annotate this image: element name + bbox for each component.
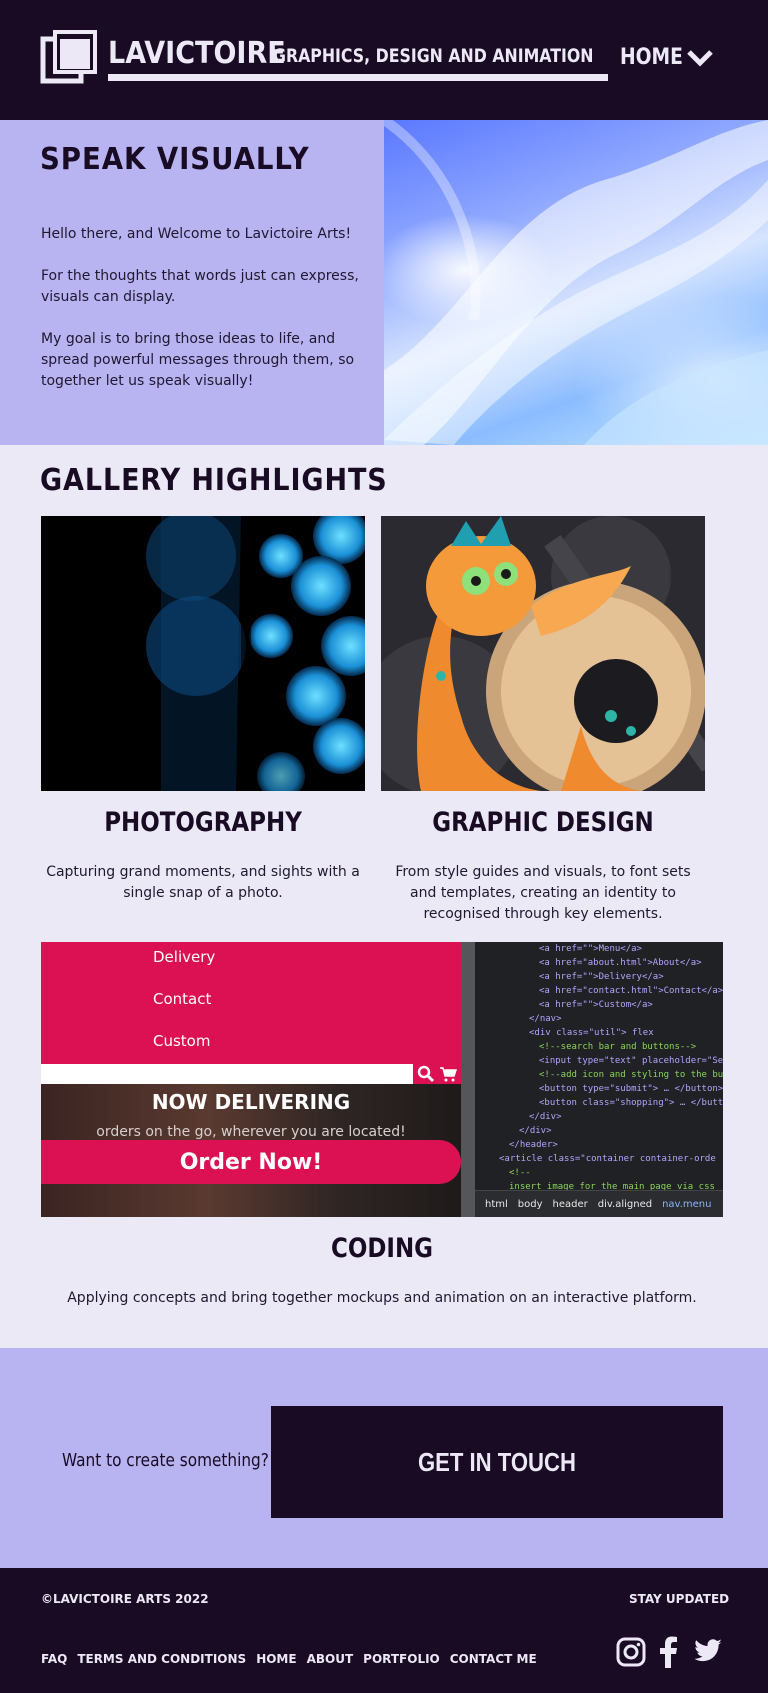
brand-name: LAVICTOIRE (108, 36, 286, 71)
code-preview-divider (461, 942, 475, 1217)
hero-title: SPEAK VISUALLY (40, 142, 310, 177)
brand-tagline: GRAPHICS, DESIGN AND ANIMATION (273, 45, 594, 67)
code-line: </header> (509, 1140, 558, 1150)
breadcrumb-item: nav.menu (662, 1198, 712, 1210)
nav-home-link[interactable]: HOME (620, 45, 683, 70)
hero-paragraph: Hello there, and Welcome to Lavictoire A… (41, 226, 352, 242)
card-desc-graphic-design: From style guides and visuals, to font s… (395, 864, 691, 922)
get-in-touch-button[interactable]: GET IN TOUCH (271, 1406, 723, 1518)
footer-link-terms[interactable]: TERMS AND CONDITIONS (77, 1652, 246, 1666)
code-line: </nav> (529, 1014, 562, 1024)
hero-text: Hello there, and Welcome to Lavictoire A… (41, 224, 376, 413)
code-preview-banner: NOW DELIVERING orders on the go, whereve… (41, 1084, 461, 1217)
code-line: <input type="text" placeholder="Sea (539, 1056, 723, 1066)
code-line: <article class="container container-orde (499, 1154, 716, 1164)
card-desc-photography: Capturing grand moments, and sights with… (46, 864, 360, 901)
footer-link-home[interactable]: HOME (256, 1652, 296, 1666)
code-line: <a href="contact.html">Contact</a> (539, 986, 723, 996)
code-line: <a href="">Menu</a> (539, 944, 642, 954)
instagram-icon[interactable] (615, 1636, 647, 1668)
logo-icon[interactable] (40, 29, 98, 85)
twitter-icon[interactable] (691, 1636, 723, 1668)
gallery-section: GALLERY HIGHLIGHTS PHOTOGRAPHY Capturing… (0, 445, 768, 1348)
code-line: <!-- (509, 1168, 531, 1178)
coding-image[interactable]: Delivery Contact Custom NOW DELIVERING o… (41, 942, 723, 1217)
code-line: <button class="shopping"> … </butto (539, 1098, 723, 1108)
code-line: insert image for the main page via css (509, 1182, 715, 1190)
graphic-design-image[interactable] (381, 516, 705, 791)
graphic-design-graphic (381, 516, 705, 791)
code-line: <button type="submit"> … </button> (539, 1084, 723, 1094)
code-preview-banner-sub: orders on the go, wherever you are locat… (96, 1124, 406, 1140)
brand[interactable]: LAVICTOIRE GRAPHICS, DESIGN AND ANIMATIO… (108, 36, 608, 81)
cta-section: Want to create something? GET IN TOUCH (0, 1348, 768, 1568)
code-preview-menu-item: Custom (153, 1032, 211, 1050)
breadcrumb-item: html (485, 1198, 508, 1210)
code-preview-menu-item: Delivery (153, 948, 216, 966)
footer-link-contact[interactable]: CONTACT ME (450, 1652, 537, 1666)
photography-graphic (41, 516, 365, 791)
code-line: <a href="">Custom</a> (539, 1000, 653, 1010)
card-desc-coding: Applying concepts and bring together moc… (67, 1290, 697, 1306)
cart-icon (440, 1067, 457, 1082)
photography-image[interactable] (41, 516, 365, 791)
code-preview-search-input (41, 1064, 413, 1084)
hero-paragraph: For the thoughts that words just can exp… (41, 268, 359, 305)
hero-section: SPEAK VISUALLY Hello there, and Welcome … (0, 120, 768, 445)
code-line: <!--add icon and styling to the but (539, 1070, 723, 1080)
footer-nav: FAQ TERMS AND CONDITIONS HOME ABOUT PORT… (41, 1652, 537, 1666)
breadcrumb-item: div.aligned (597, 1198, 653, 1210)
facebook-icon[interactable] (653, 1636, 685, 1668)
code-preview-searchbar-row (41, 1062, 461, 1084)
code-line: </div> (519, 1126, 552, 1136)
breadcrumb-item: body (517, 1198, 543, 1210)
search-icon (417, 1065, 435, 1083)
card-title-photography: PHOTOGRAPHY (104, 807, 302, 838)
code-line: <div class="util"> flex (529, 1028, 654, 1038)
site-footer: ©LAVICTOIRE ARTS 2022 STAY UPDATED FAQ T… (0, 1568, 768, 1693)
stay-updated-label: STAY UPDATED (629, 1592, 730, 1606)
hero-wave-graphic (384, 120, 768, 445)
copyright: ©LAVICTOIRE ARTS 2022 (41, 1592, 209, 1606)
hero-abstract-image (384, 120, 768, 445)
brand-underline (108, 74, 608, 81)
footer-link-portfolio[interactable]: PORTFOLIO (363, 1652, 440, 1666)
card-title-graphic-design: GRAPHIC DESIGN (432, 807, 654, 838)
footer-link-faq[interactable]: FAQ (41, 1652, 67, 1666)
site-header: LAVICTOIRE GRAPHICS, DESIGN AND ANIMATIO… (0, 0, 768, 120)
code-preview-devtools: <a href="">Menu</a> <a href="about.html"… (475, 942, 723, 1190)
code-line: <!--search bar and buttons--> (539, 1042, 697, 1052)
code-line: </div> (529, 1112, 562, 1122)
code-preview-order-button: Order Now! (41, 1140, 461, 1184)
hero-paragraph: My goal is to bring those ideas to life,… (41, 331, 355, 389)
get-in-touch-label: GET IN TOUCH (418, 1446, 576, 1477)
footer-link-about[interactable]: ABOUT (307, 1652, 354, 1666)
code-line: <a href="">Delivery</a> (539, 972, 664, 982)
cta-prompt: Want to create something? (62, 1450, 269, 1471)
code-line: <a href="about.html">About</a> (539, 958, 702, 968)
card-title-coding: CODING (331, 1233, 433, 1264)
chevron-down-icon[interactable] (686, 48, 714, 68)
code-preview-menu: Delivery Contact Custom (41, 942, 461, 1062)
breadcrumb-item: header (552, 1198, 588, 1210)
code-preview-menu-item: Contact (153, 990, 212, 1008)
gallery-title: GALLERY HIGHLIGHTS (40, 463, 388, 498)
code-preview-banner-title: NOW DELIVERING (151, 1090, 351, 1114)
code-preview-breadcrumb: html body header div.aligned nav.menu (475, 1190, 723, 1217)
